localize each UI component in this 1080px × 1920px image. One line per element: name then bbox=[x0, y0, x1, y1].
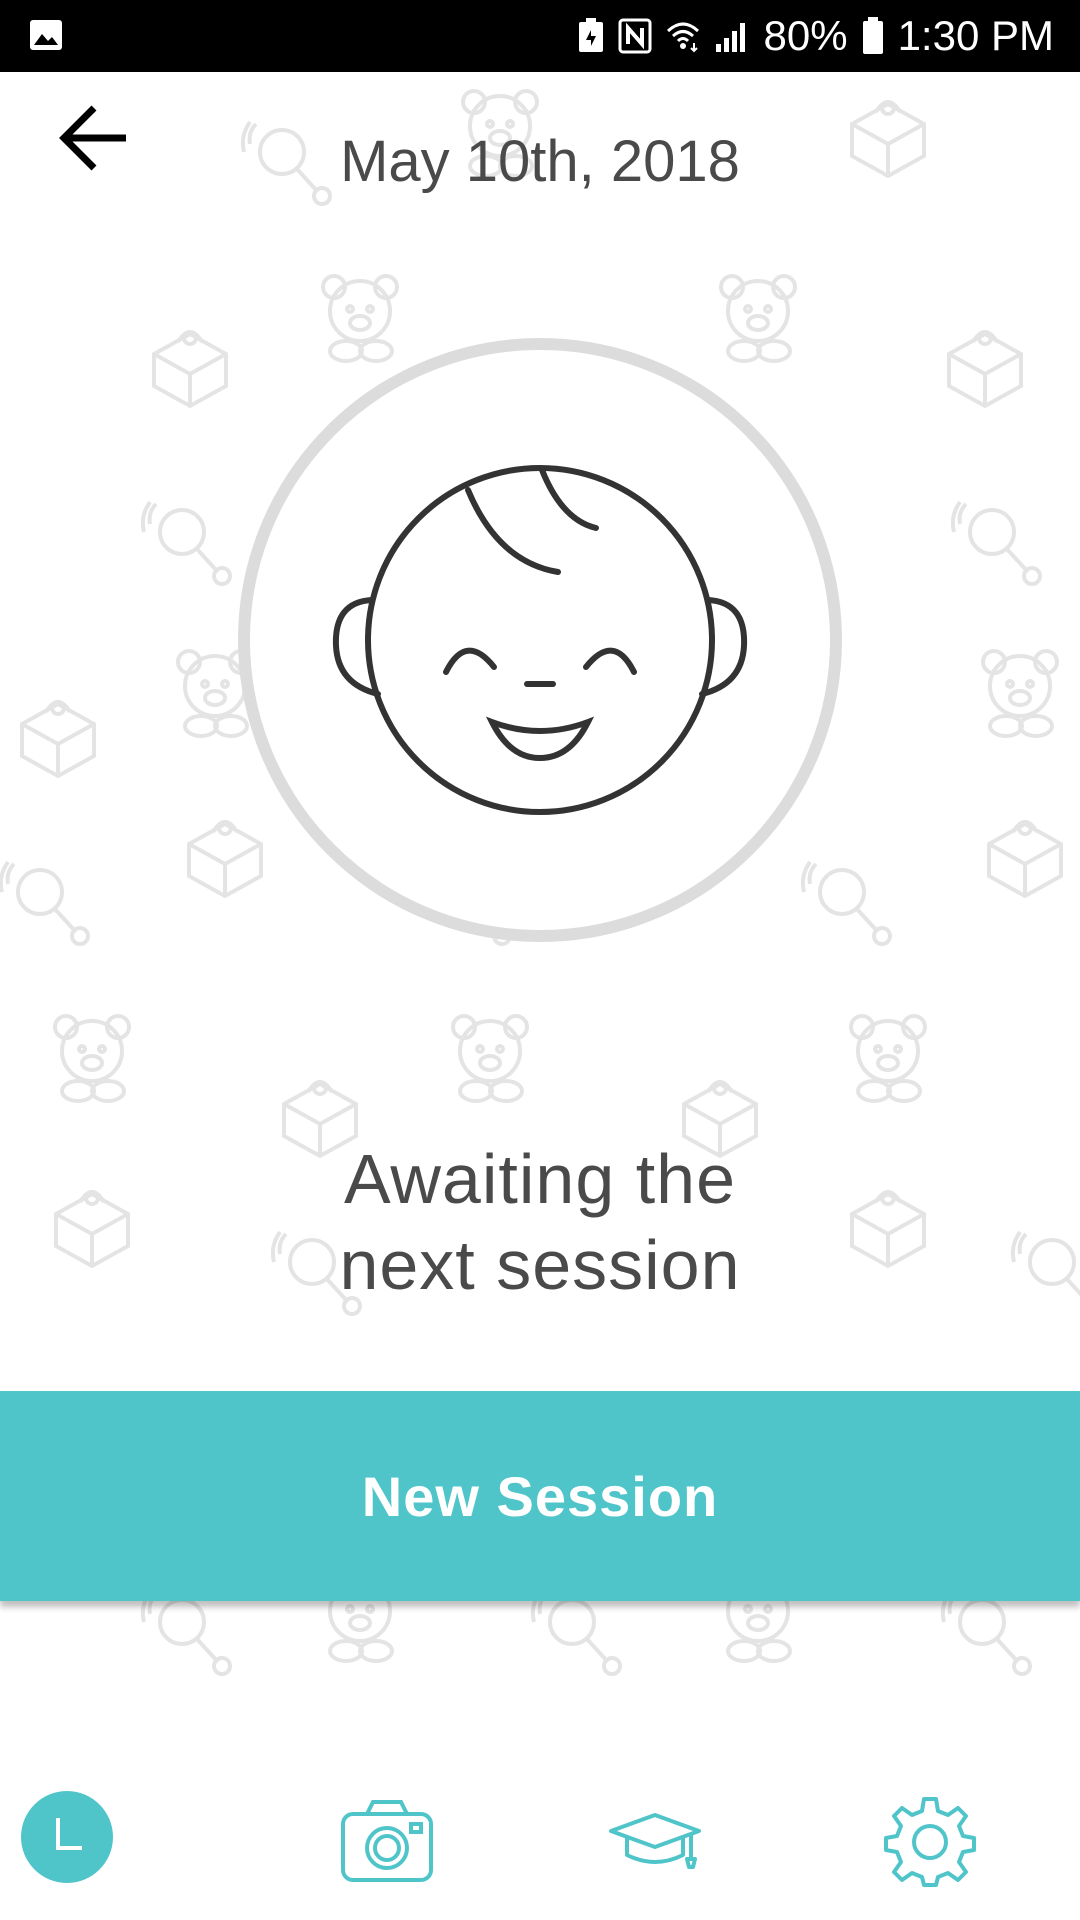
signal-icon bbox=[715, 23, 745, 52]
new-session-button[interactable]: New Session bbox=[0, 1391, 1080, 1601]
app-screen: 80% 1:30 PM May 10th, 2018 Awaiting the … bbox=[0, 0, 1080, 1920]
status-message-line1: Awaiting the bbox=[343, 1140, 737, 1218]
battery-percent: 80% bbox=[763, 12, 848, 59]
clock-icon bbox=[56, 1818, 82, 1850]
status-message-line2: next session bbox=[339, 1226, 741, 1304]
graduation-cap-icon bbox=[609, 1813, 701, 1869]
gear-icon bbox=[884, 1797, 976, 1887]
session-status-message: Awaiting the next session bbox=[0, 1136, 1080, 1308]
battery-saver-icon bbox=[578, 18, 603, 52]
nav-item-history[interactable] bbox=[0, 1762, 270, 1920]
status-bar: 80% 1:30 PM bbox=[0, 0, 1080, 72]
nav-item-learn[interactable] bbox=[540, 1762, 810, 1920]
nav-item-camera[interactable] bbox=[270, 1762, 540, 1920]
nfc-icon bbox=[618, 18, 652, 54]
bottom-navigation bbox=[0, 1762, 1080, 1920]
nav-active-indicator bbox=[21, 1791, 113, 1883]
clock-time: 1:30 PM bbox=[897, 12, 1054, 59]
gallery-icon bbox=[30, 20, 62, 50]
wifi-icon bbox=[666, 22, 699, 53]
nav-item-settings[interactable] bbox=[810, 1762, 1080, 1920]
status-icons: 80% 1:30 PM bbox=[578, 0, 1054, 72]
baby-face-icon bbox=[332, 465, 748, 815]
session-date-title: May 10th, 2018 bbox=[340, 129, 740, 194]
camera-icon bbox=[341, 1800, 433, 1882]
battery-icon bbox=[862, 17, 883, 54]
